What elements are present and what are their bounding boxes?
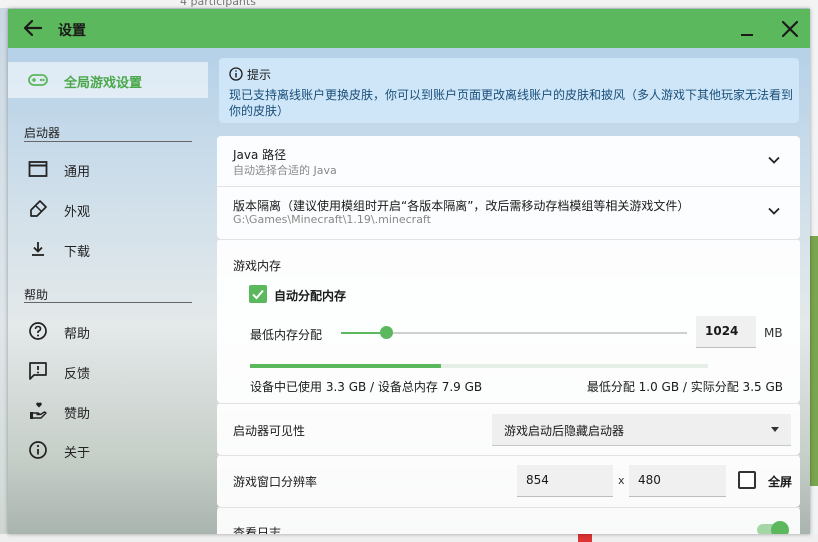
background-app-image bbox=[810, 236, 818, 486]
fullscreen-label: 全屏 bbox=[768, 475, 793, 489]
fullscreen-checkbox[interactable] bbox=[738, 471, 756, 489]
sidebar-item-appearance[interactable]: 外观 bbox=[8, 191, 208, 227]
resolution-height-value: 480 bbox=[638, 473, 661, 487]
sidebar-item-label: 反馈 bbox=[64, 367, 91, 382]
view-log-label: 查看日志 bbox=[233, 526, 282, 534]
background-app-strip bbox=[0, 0, 818, 8]
background-participants-text: 4 participants bbox=[180, 0, 256, 8]
sidebar-item-label: 关于 bbox=[64, 446, 91, 461]
settings-content: 提示 现已支持离线账户更换皮肤，你可以到账户页面更改离线账户的皮肤和披风（多人游… bbox=[217, 48, 802, 534]
settings-window: 设置 全局游戏设置 启动器 通用 外观 下载 帮助 帮助 反馈 赞助 关于 提示… bbox=[8, 9, 810, 534]
version-isolation-row[interactable]: 版本隔离（建议使用模组时开启“各版本隔离”，改后需移动存档模组等相关游戏文件） … bbox=[217, 187, 800, 239]
close-icon bbox=[781, 20, 799, 38]
launcher-visibility-value: 游戏启动后隐藏启动器 bbox=[504, 424, 625, 438]
launcher-visibility-card: 启动器可见性 游戏启动后隐藏启动器 bbox=[217, 403, 800, 455]
view-log-toggle[interactable] bbox=[757, 521, 789, 534]
divider bbox=[217, 507, 800, 508]
sidebar-divider bbox=[24, 141, 192, 142]
resolution-height-input[interactable]: 480 bbox=[629, 465, 726, 497]
window-title: 设置 bbox=[58, 23, 86, 39]
close-button[interactable] bbox=[778, 17, 802, 41]
sidebar-item-label: 下载 bbox=[64, 245, 91, 260]
checkmark-icon bbox=[252, 289, 264, 300]
java-path-title: Java 路径 bbox=[233, 148, 287, 162]
hint-title: 提示 bbox=[247, 68, 272, 82]
min-memory-label: 最低内存分配 bbox=[250, 328, 323, 342]
sidebar-item-label: 赞助 bbox=[64, 407, 91, 422]
java-path-value: 自动选择合适的 Java bbox=[233, 164, 337, 177]
chevron-down-icon bbox=[768, 156, 780, 164]
divider bbox=[217, 239, 800, 240]
memory-usage-text: 设备中已使用 3.3 GB / 设备总内存 7.9 GB bbox=[250, 380, 483, 394]
version-isolation-title: 版本隔离（建议使用模组时开启“各版本隔离”，改后需移动存档模组等相关游戏文件） bbox=[233, 199, 690, 213]
divider bbox=[217, 403, 800, 404]
hand-heart-icon bbox=[30, 402, 47, 419]
sidebar-item-label: 通用 bbox=[64, 165, 91, 180]
arrow-left-icon bbox=[23, 19, 43, 37]
java-path-row[interactable]: Java 路径 自动选择合适的 Java bbox=[217, 136, 800, 186]
info-icon bbox=[229, 67, 243, 81]
minimize-icon bbox=[741, 34, 753, 36]
download-icon bbox=[32, 242, 44, 256]
min-memory-slider[interactable] bbox=[341, 325, 687, 341]
sidebar-item-download[interactable]: 下载 bbox=[8, 231, 208, 267]
gamepad-icon bbox=[28, 74, 48, 86]
feedback-icon bbox=[29, 362, 47, 380]
memory-allocation-text: 最低分配 1.0 GB / 实际分配 3.5 GB bbox=[586, 380, 783, 394]
sidebar-item-sponsor[interactable]: 赞助 bbox=[8, 393, 208, 429]
log-card: 查看日志 bbox=[217, 507, 800, 534]
launcher-visibility-label: 启动器可见性 bbox=[233, 424, 306, 438]
memory-unit: MB bbox=[764, 326, 783, 340]
memory-usage-fill bbox=[250, 364, 441, 368]
memory-card: 游戏内存 自动分配内存 最低内存分配 1024 MB 设备中已使用 3.3 GB… bbox=[217, 239, 800, 403]
sidebar-item-label: 外观 bbox=[64, 205, 91, 220]
sidebar-divider bbox=[24, 302, 192, 303]
slider-thumb[interactable] bbox=[380, 326, 393, 339]
chevron-down-icon bbox=[768, 207, 780, 215]
sidebar: 全局游戏设置 启动器 通用 外观 下载 帮助 帮助 反馈 赞助 关于 bbox=[8, 48, 208, 534]
sidebar-item-label: 帮助 bbox=[64, 327, 91, 342]
java-settings-card: Java 路径 自动选择合适的 Java 版本隔离（建议使用模组时开启“各版本隔… bbox=[217, 136, 800, 239]
sidebar-section-help: 帮助 bbox=[24, 288, 49, 302]
hint-banner: 提示 现已支持离线账户更换皮肤，你可以到账户页面更改离线账户的皮肤和披风（多人游… bbox=[219, 58, 799, 123]
sidebar-item-label: 全局游戏设置 bbox=[64, 76, 143, 91]
resolution-width-input[interactable]: 854 bbox=[517, 465, 613, 497]
launcher-visibility-select[interactable]: 游戏启动后隐藏启动器 bbox=[492, 414, 791, 446]
sidebar-section-launcher: 启动器 bbox=[24, 126, 61, 140]
memory-section-title: 游戏内存 bbox=[233, 259, 282, 273]
sidebar-item-about[interactable]: 关于 bbox=[8, 432, 208, 468]
title-bar: 设置 bbox=[8, 9, 810, 48]
toggle-knob bbox=[771, 521, 789, 534]
min-memory-input[interactable]: 1024 bbox=[696, 316, 756, 348]
dropdown-arrow-icon bbox=[771, 427, 779, 432]
min-memory-value: 1024 bbox=[705, 324, 739, 338]
resolution-separator: x bbox=[618, 474, 625, 487]
version-isolation-path: G:\Games\Minecraft\1.19\.minecraft bbox=[233, 213, 431, 226]
resolution-label: 游戏窗口分辨率 bbox=[233, 475, 318, 489]
resolution-width-value: 854 bbox=[526, 473, 549, 487]
minimize-button[interactable] bbox=[738, 20, 756, 38]
auto-memory-checkbox[interactable] bbox=[249, 285, 267, 303]
divider bbox=[217, 455, 800, 456]
hint-body: 现已支持离线账户更换皮肤，你可以到账户页面更改离线账户的皮肤和披风（多人游戏下其… bbox=[229, 88, 794, 118]
sidebar-item-general[interactable]: 通用 bbox=[8, 151, 208, 187]
background-taskbar-strip bbox=[0, 534, 818, 542]
info-icon bbox=[29, 441, 47, 459]
sidebar-item-global-game-settings[interactable]: 全局游戏设置 bbox=[8, 62, 208, 98]
help-circle-icon bbox=[29, 322, 47, 340]
auto-memory-label: 自动分配内存 bbox=[274, 289, 347, 303]
resolution-card: 游戏窗口分辨率 854 x 480 全屏 bbox=[217, 455, 800, 507]
sidebar-item-feedback[interactable]: 反馈 bbox=[8, 353, 208, 389]
brush-icon bbox=[30, 200, 47, 217]
window-icon bbox=[28, 161, 48, 177]
back-button[interactable] bbox=[22, 17, 44, 39]
sidebar-item-help[interactable]: 帮助 bbox=[8, 313, 208, 349]
